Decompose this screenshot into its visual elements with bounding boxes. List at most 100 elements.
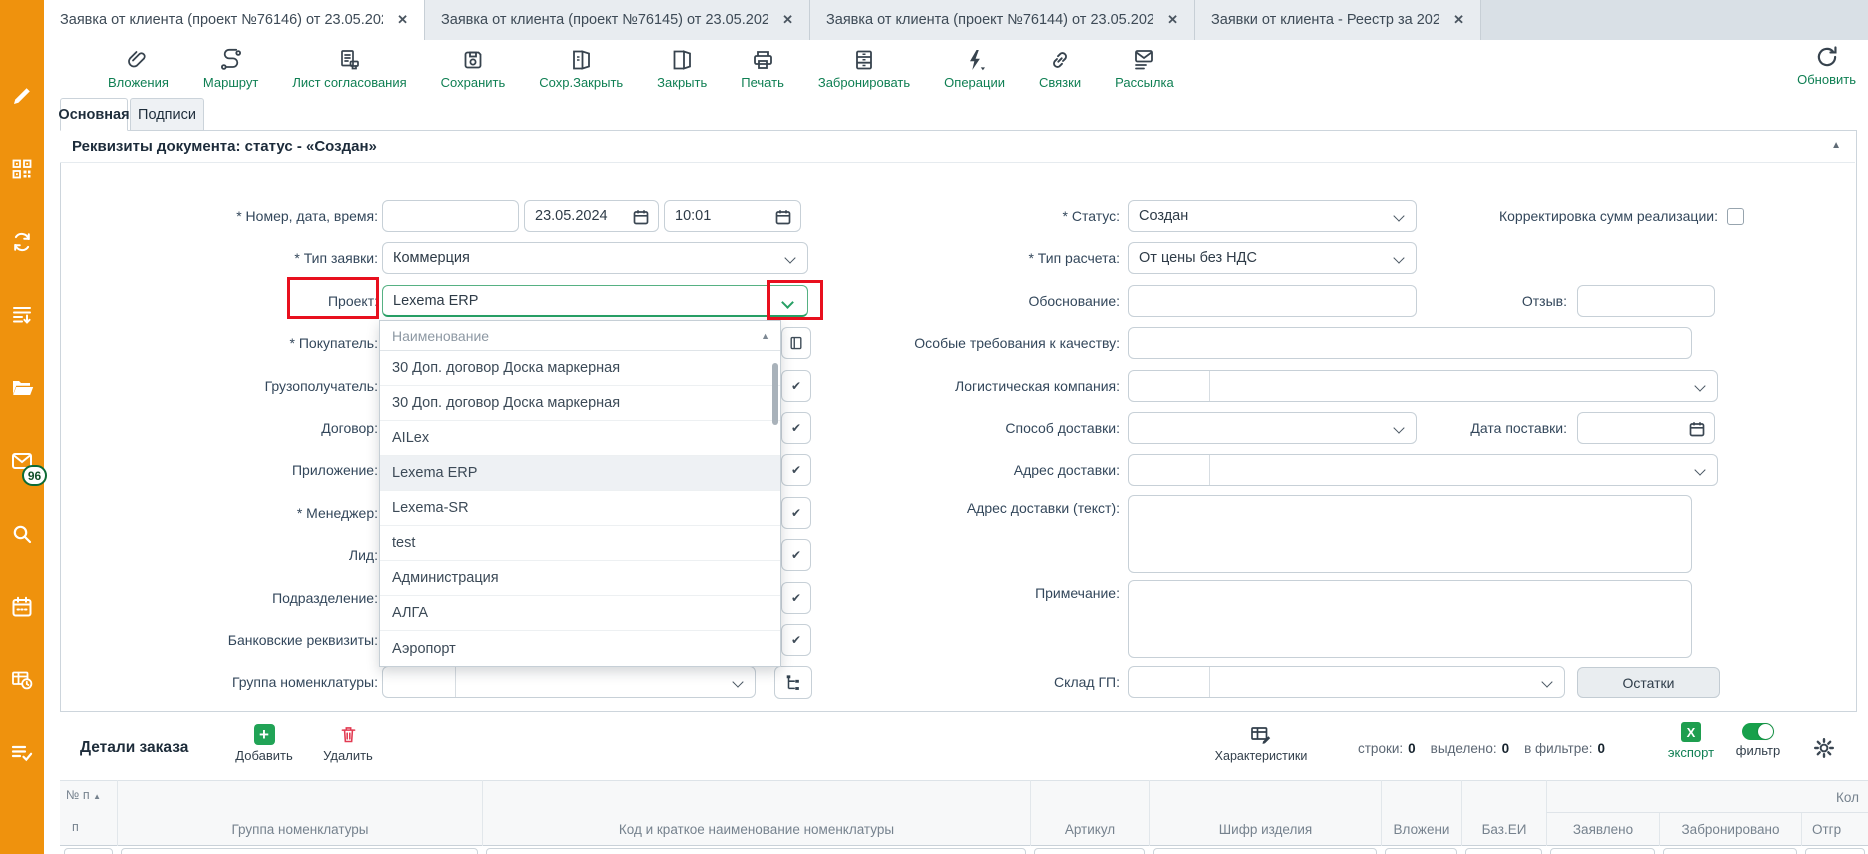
reserve-button[interactable]: Забронировать [818,48,910,90]
warehouse-combobox[interactable] [1128,666,1565,698]
save-close-button[interactable]: Сохр.Закрыть [539,48,623,90]
window-tab-1[interactable]: Заявка от клиента (проект №76146) от 23.… [44,0,425,40]
close-icon[interactable]: ✕ [1453,12,1464,28]
department-select-button[interactable]: ✔ [781,582,811,614]
approval-sheet-button[interactable]: Лист согласования [292,48,407,90]
window-tab-3[interactable]: Заявка от клиента (проект №76144) от 23.… [810,0,1195,40]
dropdown-item[interactable]: Аэропорт [380,631,780,666]
filter-input[interactable] [1034,848,1145,854]
close-icon[interactable]: ✕ [397,12,408,28]
filter-input[interactable] [1805,848,1865,854]
filter-toggle[interactable]: фильтр [1732,723,1784,758]
folder-icon[interactable] [10,376,34,400]
consignee-select-button[interactable]: ✔ [781,370,811,402]
bank-details-select-button[interactable]: ✔ [781,624,811,656]
filter-input[interactable] [486,848,1026,854]
date-input[interactable]: 23.05.2024 [524,200,659,232]
delivery-address-combobox[interactable] [1128,454,1718,486]
logistics-combobox[interactable] [1128,370,1718,402]
schedule-table-icon[interactable] [10,668,34,692]
calendar-picker-icon[interactable] [633,209,649,225]
lead-select-button[interactable]: ✔ [781,539,811,571]
close-icon[interactable]: ✕ [782,12,793,28]
filter-input[interactable] [1153,848,1377,854]
dropdown-column-header[interactable]: Наименование ▲ [380,321,780,351]
dropdown-item-selected[interactable]: Lexema ERP [380,456,780,491]
attachments-button[interactable]: Вложения [108,48,169,90]
operations-button[interactable]: Операции [944,48,1005,90]
mail-icon[interactable]: 96 [10,449,47,486]
dropdown-scrollbar-thumb[interactable] [772,363,778,425]
mailing-button[interactable]: Рассылка [1115,48,1174,90]
route-button[interactable]: Маршрут [203,48,258,90]
save-button[interactable]: Сохранить [441,48,505,90]
dropdown-item[interactable]: Lexema-SR [380,491,780,526]
dropdown-item[interactable]: AILex [380,421,780,456]
export-excel-button[interactable]: X экспорт [1662,722,1720,760]
qr-code-icon[interactable] [10,157,34,181]
characteristics-button[interactable]: Характеристики [1205,724,1317,763]
justification-input[interactable] [1128,285,1417,317]
tab-signatures[interactable]: Подписи [130,98,204,131]
close-button[interactable]: Закрыть [657,48,707,90]
column-code-name[interactable]: Код и краткое наименование номенклатуры [482,780,1030,846]
number-input[interactable] [382,200,519,232]
window-tab-2[interactable]: Заявка от клиента (проект №76145) от 23.… [425,0,810,40]
links-button[interactable]: Связки [1039,48,1081,90]
search-icon[interactable] [10,522,34,546]
tab-main[interactable]: Основная [58,98,130,131]
calc-type-select[interactable]: От цены без НДС [1128,242,1417,274]
quality-input[interactable] [1128,327,1692,359]
collapse-panel-icon[interactable]: ▲ [1831,140,1841,151]
filter-input[interactable] [64,848,113,854]
filter-input[interactable] [1465,848,1542,854]
refresh-button[interactable]: Обновить [1797,44,1856,87]
edit-icon[interactable] [10,84,34,108]
dropdown-item[interactable]: 30 Доп. договор Доска маркерная [380,386,780,421]
status-select[interactable]: Создан [1128,200,1417,232]
filter-input[interactable] [1663,848,1797,854]
dropdown-item[interactable]: test [380,526,780,561]
correction-checkbox[interactable] [1727,208,1744,225]
review-input[interactable] [1577,285,1715,317]
time-input[interactable]: 10:01 [664,200,801,232]
add-row-button[interactable]: + Добавить [228,724,300,763]
column-number[interactable]: № п ▲ [66,788,101,802]
dropdown-item[interactable]: Администрация [380,561,780,596]
grid-settings-button[interactable] [1812,736,1836,760]
column-article[interactable]: Артикул [1030,780,1149,846]
window-tab-4[interactable]: Заявки от клиента - Реестр за 2024 г. ✕ [1195,0,1481,40]
print-button[interactable]: Печать [741,48,784,90]
dropdown-item[interactable]: АЛГА [380,596,780,631]
remainders-button[interactable]: Остатки [1577,667,1720,698]
sync-icon[interactable] [10,230,34,254]
delete-row-button[interactable]: Удалить [316,724,380,763]
column-requested[interactable]: Заявлено [1546,813,1659,846]
calendar-icon[interactable] [10,595,34,619]
column-reserved[interactable]: Забронировано [1659,813,1801,846]
filter-input[interactable] [1385,848,1457,854]
calendar-picker-icon[interactable] [775,209,791,225]
note-textarea[interactable] [1128,580,1692,658]
chevron-down-icon[interactable] [781,296,794,309]
column-attachment[interactable]: Вложени [1381,780,1461,846]
delivery-method-select[interactable] [1128,412,1417,444]
manager-select-button[interactable]: ✔ [781,497,811,529]
contract-select-button[interactable]: ✔ [781,412,811,444]
annex-select-button[interactable]: ✔ [781,454,811,486]
nomenclature-group-combobox[interactable] [382,666,756,698]
import-list-icon[interactable] [10,303,34,327]
request-type-select[interactable]: Коммерция [382,242,808,274]
column-shipped[interactable]: Отгр [1801,813,1868,846]
buyer-journal-button[interactable] [781,327,811,359]
column-product-code[interactable]: Шифр изделия [1149,780,1381,846]
filter-input[interactable] [1550,848,1655,854]
delivery-address-textarea[interactable] [1128,495,1692,573]
nomenclature-tree-button[interactable] [774,666,812,699]
project-combobox[interactable]: Lexema ERP [382,285,808,317]
column-base-unit[interactable]: Баз.ЕИ [1461,780,1546,846]
dropdown-item[interactable]: 30 Доп. договор Доска маркерная [380,351,780,386]
task-list-check-icon[interactable] [10,741,34,765]
calendar-picker-icon[interactable] [1689,421,1705,437]
filter-input[interactable] [121,848,478,854]
